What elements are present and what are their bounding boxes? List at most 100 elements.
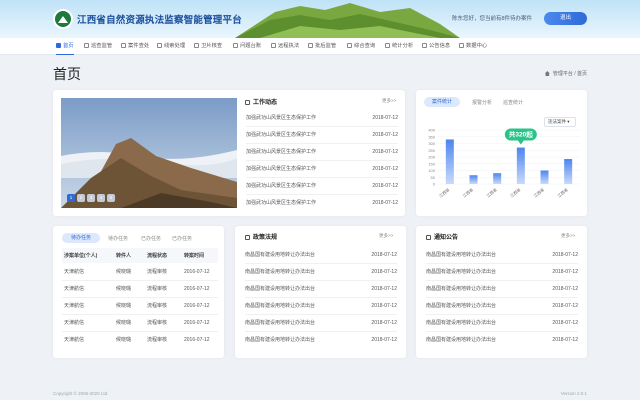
carousel-dot[interactable]: 4 (97, 194, 105, 202)
list-item[interactable]: 南昌国有建设用地转让办法出台 2018-07-12 (245, 332, 397, 349)
bar (516, 147, 525, 184)
list-item[interactable]: 加强武功山风景区生态保护工作 2018-07-12 (246, 144, 398, 161)
table-cell: 2016-07-12 (184, 303, 210, 309)
carousel-dot[interactable]: 5 (107, 194, 115, 202)
tab-alarm-analysis[interactable]: 报警分析 (472, 99, 492, 106)
y-tick-label: 350 (428, 134, 435, 139)
list-item[interactable]: 南昌国有建设用地转让办法出台 2018-07-12 (426, 332, 578, 349)
notice-title: 通知公告 (426, 232, 458, 241)
carousel-dot[interactable]: 1 (67, 194, 75, 202)
greeting-text: 陈东您好，您当前有8件待办案件 (452, 16, 533, 22)
table-row[interactable]: 天津航信 候晓璐 流程审核 2016-07-12 (62, 298, 218, 315)
list-item-date: 2018-07-12 (552, 286, 578, 292)
list-item-date: 2018-07-12 (552, 269, 578, 275)
list-item[interactable]: 南昌国有建设用地转让办法出台 2018-07-12 (426, 247, 578, 264)
table-cell: 流程审核 (147, 337, 168, 343)
work-news-title: 工作动态 (245, 97, 277, 106)
tab-todo-2[interactable]: 待办任务 (108, 235, 128, 242)
y-tick-label: 50 (431, 175, 436, 180)
carousel-dot[interactable]: 2 (77, 194, 85, 202)
version: Version 2.0.1 (560, 391, 587, 396)
nav-item-notice[interactable]: 公告信息 (422, 38, 450, 55)
bar (540, 170, 549, 184)
list-item[interactable]: 南昌国有建设用地转让办法出台 2018-07-12 (245, 298, 397, 315)
carousel-dot[interactable]: 3 (87, 194, 95, 202)
bar (469, 175, 478, 184)
document-icon (245, 234, 250, 240)
list-item[interactable]: 南昌国有建设用地转让办法出台 2018-07-12 (245, 264, 397, 281)
list-item[interactable]: 加强武功山风景区生态保护工作 2018-07-12 (246, 127, 398, 144)
list-item-text: 南昌国有建设用地转让办法出台 (245, 303, 316, 309)
tab-patrol-stats[interactable]: 巡查统计 (503, 99, 523, 106)
list-item-text: 南昌国有建设用地转让办法出台 (426, 252, 497, 258)
y-tick-label: 0 (433, 182, 436, 187)
list-item[interactable]: 南昌国有建设用地转让办法出台 2018-07-12 (426, 298, 578, 315)
tab-todo[interactable]: 待办任务 (62, 233, 100, 243)
list-item-text: 南昌国有建设用地转让办法出台 (426, 337, 497, 343)
table-row[interactable]: 天津航信 候晓璐 流程审核 2016-07-12 (62, 332, 218, 349)
carousel-image[interactable] (61, 98, 237, 208)
table-cell: 2016-07-12 (184, 286, 210, 292)
x-tick-label: 江西省 (461, 186, 474, 198)
nav-item-ledger[interactable]: 问题台账 (233, 38, 261, 55)
clue-icon (157, 42, 162, 48)
nav-item-cases[interactable]: 案件查处 (121, 38, 149, 55)
tab-case-stats[interactable]: 案件统计 (424, 97, 460, 107)
list-item[interactable]: 南昌国有建设用地转让办法出台 2018-07-12 (426, 264, 578, 281)
list-item[interactable]: 南昌国有建设用地转让办法出台 2018-07-12 (426, 315, 578, 332)
nav-item-data-center[interactable]: 数据中心 (459, 38, 487, 55)
tab-done[interactable]: 已办任务 (141, 235, 161, 242)
column-header: 转件人 (116, 253, 132, 259)
logout-button[interactable]: 退出 (544, 12, 587, 25)
table-cell: 候晓璐 (116, 303, 132, 309)
tab-done-2[interactable]: 已办任务 (172, 235, 192, 242)
list-item[interactable]: 南昌国有建设用地转让办法出台 2018-07-12 (245, 281, 397, 298)
nav-item-satellite[interactable]: 卫片核查 (194, 38, 222, 55)
nav-item-patrol[interactable]: 巡查监管 (84, 38, 112, 55)
table-cell: 2016-07-12 (184, 269, 210, 275)
list-item[interactable]: 南昌国有建设用地转让办法出台 2018-07-12 (426, 281, 578, 298)
list-item-text: 南昌国有建设用地转让办法出台 (426, 269, 497, 275)
callout-pointer (517, 140, 524, 145)
nav-item-post-approval[interactable]: 批后监管 (308, 38, 336, 55)
breadcrumb: 管理平台 / 首页 (544, 70, 587, 77)
table-row[interactable]: 天津航信 候晓璐 流程审核 2016-07-12 (62, 264, 218, 281)
x-tick-label: 江西省 (556, 186, 569, 198)
list-item-text: 南昌国有建设用地转让办法出台 (245, 320, 316, 326)
nav-item-clues[interactable]: 线索处理 (157, 38, 185, 55)
list-item-text: 南昌国有建设用地转让办法出台 (426, 303, 497, 309)
patrol-icon (84, 42, 89, 48)
column-header: 流程状态 (147, 253, 168, 259)
list-item[interactable]: 南昌国有建设用地转让办法出台 2018-07-12 (245, 247, 397, 264)
table-row[interactable]: 天津航信 候晓璐 流程审核 2016-07-12 (62, 281, 218, 298)
list-item-date: 2018-07-12 (371, 303, 397, 309)
x-tick-label: 江西省 (532, 186, 545, 198)
table-cell: 候晓璐 (116, 269, 132, 275)
table-cell: 流程审核 (147, 320, 168, 326)
work-more-link[interactable]: 更多>> (382, 98, 396, 104)
list-item[interactable]: 加强武功山风景区生态保护工作 2018-07-12 (246, 161, 398, 178)
bar (564, 159, 573, 184)
nav-item-remote[interactable]: 远程执法 (271, 38, 299, 55)
notice-icon (422, 42, 427, 48)
nav-item-home[interactable]: 首页 (56, 38, 74, 55)
nav-item-statistics[interactable]: 统计分析 (385, 38, 413, 55)
table-row[interactable]: 天津航信 候晓璐 流程审核 2016-07-12 (62, 315, 218, 332)
list-item[interactable]: 加强武功山风景区生态保护工作 2018-07-12 (246, 195, 398, 212)
policy-more-link[interactable]: 更多>> (379, 233, 393, 239)
case-icon (121, 42, 126, 48)
table-cell: 天津航信 (64, 269, 85, 275)
list-item[interactable]: 南昌国有建设用地转让办法出台 2018-07-12 (245, 315, 397, 332)
list-item-text: 南昌国有建设用地转让办法出台 (245, 252, 316, 258)
nav-item-query[interactable]: 综合查询 (347, 38, 375, 55)
data-icon (459, 42, 464, 48)
table-cell: 天津航信 (64, 337, 85, 343)
list-item[interactable]: 加强武功山风景区生态保护工作 2018-07-12 (246, 178, 398, 195)
list-item[interactable]: 加强武功山风景区生态保护工作 2018-07-12 (246, 110, 398, 127)
list-item-text: 南昌国有建设用地转让办法出台 (245, 269, 316, 275)
main-nav: 首页 巡查监管 案件查处 线索处理 卫片核查 问题台账 远程执法 批后监管 综合… (0, 38, 640, 55)
column-header: 涉案单位(个人) (64, 253, 98, 259)
y-tick-label: 150 (428, 161, 435, 166)
notice-more-link[interactable]: 更多>> (561, 233, 575, 239)
page-title: 首页 (53, 66, 81, 82)
